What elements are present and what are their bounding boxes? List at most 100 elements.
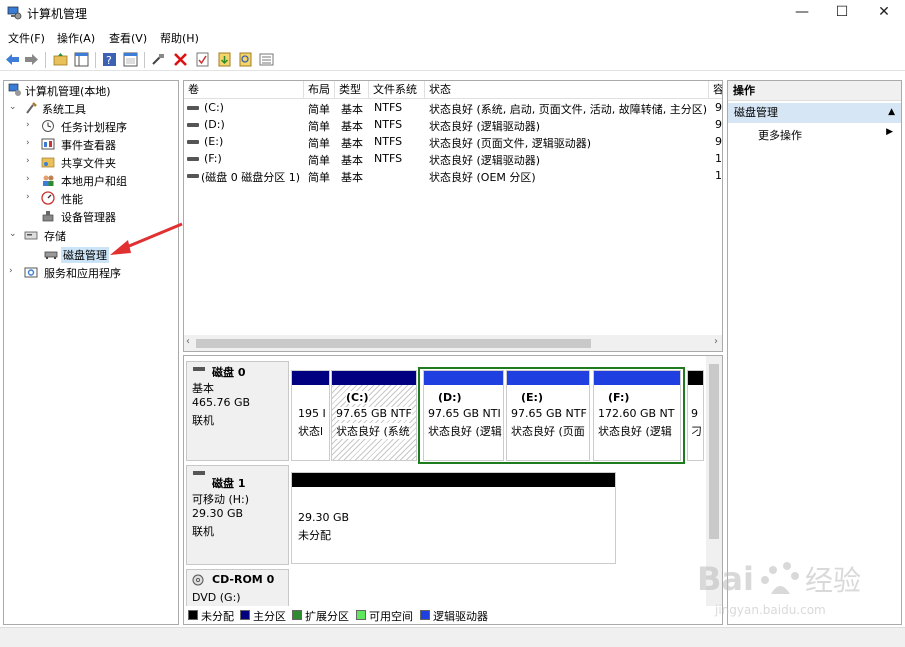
menu-bar: 文件(F) 操作(A) 查看(V) 帮助(H) bbox=[0, 28, 905, 48]
partition-size: 97.65 GB NTI bbox=[428, 407, 501, 420]
menu-help[interactable]: 帮助(H) bbox=[160, 30, 199, 46]
volume-type: 基本 bbox=[341, 103, 363, 116]
back-icon[interactable] bbox=[4, 51, 21, 68]
check-icon[interactable] bbox=[194, 51, 211, 68]
menu-view[interactable]: 查看(V) bbox=[109, 30, 147, 46]
partition-unallocated[interactable]: 29.30 GB 未分配 bbox=[291, 472, 616, 564]
partition-last[interactable]: 9 刁 bbox=[687, 370, 704, 461]
partition-name: (E:) bbox=[521, 391, 543, 404]
connect-icon[interactable] bbox=[150, 51, 167, 68]
actions-section-disk-management[interactable]: 磁盘管理 ▲ bbox=[728, 103, 901, 123]
tree-label: 任务计划程序 bbox=[61, 121, 127, 134]
volume-row[interactable]: (C:) 简单 基本 NTFS 状态良好 (系统, 启动, 页面文件, 活动, … bbox=[184, 100, 722, 116]
drive-icon bbox=[187, 174, 199, 178]
partition-e[interactable]: (E:) 97.65 GB NTF 状态良好 (页面 bbox=[506, 370, 590, 461]
column-header-volume[interactable]: 卷 bbox=[184, 81, 304, 99]
partition-d[interactable]: (D:) 97.65 GB NTI 状态良好 (逻辑 bbox=[423, 370, 504, 461]
drive-icon bbox=[187, 123, 199, 127]
import-icon[interactable] bbox=[216, 51, 233, 68]
menu-action[interactable]: 操作(A) bbox=[57, 30, 95, 46]
partition-bar bbox=[292, 371, 329, 385]
volume-row[interactable]: (D:) 简单 基本 NTFS 状态良好 (逻辑驱动器) 9 bbox=[184, 117, 722, 133]
help-icon[interactable]: ? bbox=[101, 51, 118, 68]
close-button[interactable]: ✕ bbox=[862, 0, 905, 26]
services-icon bbox=[24, 267, 38, 278]
forward-icon[interactable] bbox=[23, 51, 40, 68]
svg-text:Bai: Bai bbox=[697, 560, 754, 598]
volume-capacity: 9 bbox=[715, 118, 722, 131]
delete-icon[interactable] bbox=[172, 51, 189, 68]
toolbar-separator bbox=[144, 52, 145, 68]
column-header-layout[interactable]: 布局 bbox=[304, 81, 335, 99]
chevron-right-icon[interactable]: › bbox=[26, 174, 36, 184]
show-hide-tree-icon[interactable] bbox=[73, 51, 90, 68]
tree-label: 事件查看器 bbox=[61, 139, 116, 152]
cdrom-label[interactable]: CD-ROM 0 DVD (G:) bbox=[186, 569, 289, 609]
volume-type: 基本 bbox=[341, 137, 363, 150]
more-actions-item[interactable]: 更多操作 bbox=[758, 127, 802, 143]
scroll-thumb[interactable] bbox=[196, 339, 591, 348]
chevron-right-icon[interactable]: › bbox=[9, 266, 19, 276]
chevron-right-icon[interactable]: › bbox=[26, 156, 36, 166]
partition-c[interactable]: (C:) 97.65 GB NTF 状态良好 (系统 bbox=[331, 370, 417, 461]
tree-label: 系统工具 bbox=[42, 103, 86, 116]
partition-oem[interactable]: 195 I 状态l bbox=[291, 370, 330, 461]
horizontal-scrollbar[interactable]: ‹ › bbox=[184, 335, 722, 351]
volume-name: (磁盘 0 磁盘分区 1) bbox=[201, 171, 301, 184]
volume-name: (E:) bbox=[204, 135, 224, 148]
disk-icon bbox=[193, 471, 205, 475]
baidu-watermark: Bai 经验 jingyan.baidu.com bbox=[695, 548, 900, 623]
chevron-down-icon[interactable]: ⌄ bbox=[9, 102, 19, 112]
chevron-down-icon[interactable]: ⌄ bbox=[9, 229, 19, 239]
volume-row[interactable]: (磁盘 0 磁盘分区 1) 简单 基本 状态良好 (OEM 分区) 1 bbox=[184, 168, 722, 184]
menu-file[interactable]: 文件(F) bbox=[8, 30, 45, 46]
volume-status: 状态良好 (页面文件, 逻辑驱动器) bbox=[429, 137, 592, 150]
list-icon[interactable] bbox=[258, 51, 275, 68]
volume-layout: 简单 bbox=[308, 120, 330, 133]
partition-bar bbox=[292, 473, 615, 487]
partition-size: 172.60 GB NT bbox=[598, 407, 675, 420]
volume-status: 状态良好 (系统, 启动, 页面文件, 活动, 故障转储, 主分区) bbox=[429, 103, 708, 116]
volume-name: (F:) bbox=[204, 152, 222, 165]
column-header-status[interactable]: 状态 bbox=[425, 81, 709, 99]
disk0-label[interactable]: 磁盘 0 基本 465.76 GB 联机 bbox=[186, 361, 289, 461]
minimize-button[interactable]: — bbox=[780, 0, 824, 26]
volume-row[interactable]: (F:) 简单 基本 NTFS 状态良好 (逻辑驱动器) 1 bbox=[184, 151, 722, 167]
volume-status: 状态良好 (逻辑驱动器) bbox=[429, 154, 541, 167]
properties-icon[interactable] bbox=[122, 51, 139, 68]
up-folder-icon[interactable] bbox=[52, 51, 69, 68]
toolbar-separator bbox=[95, 52, 96, 68]
partition-name: (C:) bbox=[346, 391, 369, 404]
volume-row[interactable]: (E:) 简单 基本 NTFS 状态良好 (页面文件, 逻辑驱动器) 9 bbox=[184, 134, 722, 150]
maximize-button[interactable]: ☐ bbox=[820, 0, 864, 26]
volume-type: 基本 bbox=[341, 171, 363, 184]
computer-management-icon bbox=[7, 6, 22, 20]
collapse-up-icon[interactable]: ▲ bbox=[888, 103, 895, 122]
chevron-right-icon[interactable]: › bbox=[26, 120, 36, 130]
volume-capacity: 9 bbox=[715, 101, 722, 114]
partition-size: 195 I bbox=[298, 407, 326, 420]
search-icon[interactable] bbox=[237, 51, 254, 68]
volume-fs: NTFS bbox=[374, 152, 403, 165]
partition-f[interactable]: (F:) 172.60 GB NT 状态良好 (逻辑 bbox=[593, 370, 681, 461]
disk0-state: 联机 bbox=[192, 414, 214, 427]
partition-status: 状态良好 (页面 bbox=[511, 425, 585, 438]
partition-status: 状态良好 (系统 bbox=[336, 423, 410, 439]
chevron-right-icon[interactable]: › bbox=[26, 192, 36, 202]
column-header-capacity[interactable]: 容 bbox=[709, 81, 722, 99]
partition-status: 刁 bbox=[691, 425, 702, 438]
scroll-right-icon[interactable]: › bbox=[714, 336, 718, 347]
disk0-kind: 基本 bbox=[192, 382, 214, 395]
disk1-label[interactable]: 磁盘 1 可移动 (H:) 29.30 GB 联机 bbox=[186, 465, 289, 565]
scroll-left-icon[interactable]: ‹ bbox=[186, 336, 190, 347]
column-header-type[interactable]: 类型 bbox=[335, 81, 369, 99]
partition-bar bbox=[594, 371, 680, 385]
partition-bar bbox=[424, 371, 503, 385]
users-icon bbox=[43, 175, 54, 186]
chevron-right-icon[interactable]: › bbox=[26, 138, 36, 148]
submenu-arrow-icon: ▶ bbox=[886, 127, 893, 137]
column-header-filesystem[interactable]: 文件系统 bbox=[369, 81, 425, 99]
performance-icon bbox=[41, 191, 55, 205]
scroll-thumb[interactable] bbox=[709, 364, 719, 539]
volume-fs: NTFS bbox=[374, 118, 403, 131]
